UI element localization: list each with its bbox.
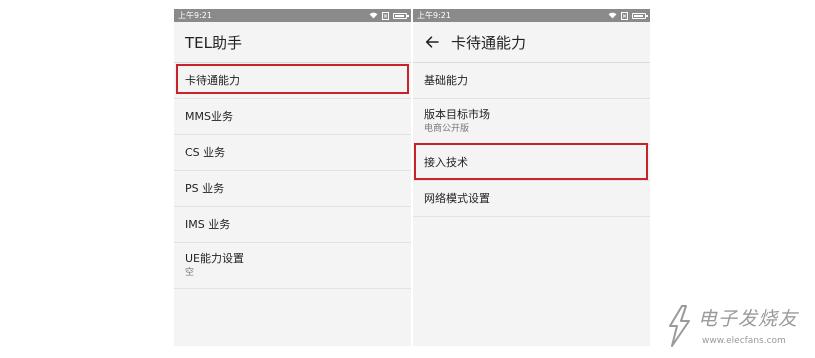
app-bar: TEL助手 [174,22,411,63]
list-item-ue-capability[interactable]: UE能力设置 空 [174,243,411,289]
item-label: 基础能力 [424,73,468,87]
list-item-cs[interactable]: CS 业务 [174,135,411,171]
item-subtitle: 电商公开版 [424,124,470,134]
sim-icon [382,11,389,20]
wifi-icon [608,12,617,19]
status-icons [369,9,409,22]
settings-list: 卡待通能力 MMS业务 CS 业务 PS 业务 IMS 业务 UE能力设置 空 [174,63,411,289]
list-item-access-technology[interactable]: 接入技术 [413,145,650,181]
app-bar: 卡待通能力 [413,22,650,63]
list-item-basic-capability[interactable]: 基础能力 [413,63,650,99]
page-title: 卡待通能力 [451,33,527,52]
list-item-card-capability[interactable]: 卡待通能力 [174,63,411,99]
battery-icon [393,12,409,19]
watermark-url: www.elecfans.com [702,336,786,346]
item-label: 接入技术 [424,155,468,169]
item-label: UE能力设置 [185,252,245,265]
left-phone-screen: 上午9:21 TEL助手 卡待通能力 MMS业务 CS 业务 PS 业务 IMS… [174,9,411,346]
item-label: 网络模式设置 [424,191,490,205]
status-icons [608,9,648,22]
wifi-icon [369,12,378,19]
page-title: TEL助手 [185,33,242,52]
watermark: 电子发烧友 www.elecfans.com [662,300,802,354]
list-item-mms[interactable]: MMS业务 [174,99,411,135]
item-label: 卡待通能力 [185,73,240,87]
back-button[interactable] [419,22,445,63]
right-phone-screen: 上午9:21 卡待通能力 基础能力 版本目标市场 电商公开版 接入技术 网络模式… [413,9,650,346]
item-label: PS 业务 [185,181,225,195]
list-item-target-market[interactable]: 版本目标市场 电商公开版 [413,99,650,145]
arrow-left-icon [425,36,439,48]
item-subtitle: 空 [185,268,195,278]
logo-icon [662,304,696,352]
item-label: MMS业务 [185,109,233,123]
status-time: 上午9:21 [417,11,451,20]
sim-icon [621,11,628,20]
status-bar: 上午9:21 [413,9,650,22]
status-time: 上午9:21 [178,11,212,20]
item-label: 版本目标市场 [424,108,490,121]
item-label: CS 业务 [185,145,226,159]
list-item-ps[interactable]: PS 业务 [174,171,411,207]
battery-icon [632,12,648,19]
list-item-ims[interactable]: IMS 业务 [174,207,411,243]
list-item-network-mode[interactable]: 网络模式设置 [413,181,650,217]
watermark-text: 电子发烧友 [698,308,799,330]
settings-list: 基础能力 版本目标市场 电商公开版 接入技术 网络模式设置 [413,63,650,217]
status-bar: 上午9:21 [174,9,411,22]
item-label: IMS 业务 [185,217,231,231]
